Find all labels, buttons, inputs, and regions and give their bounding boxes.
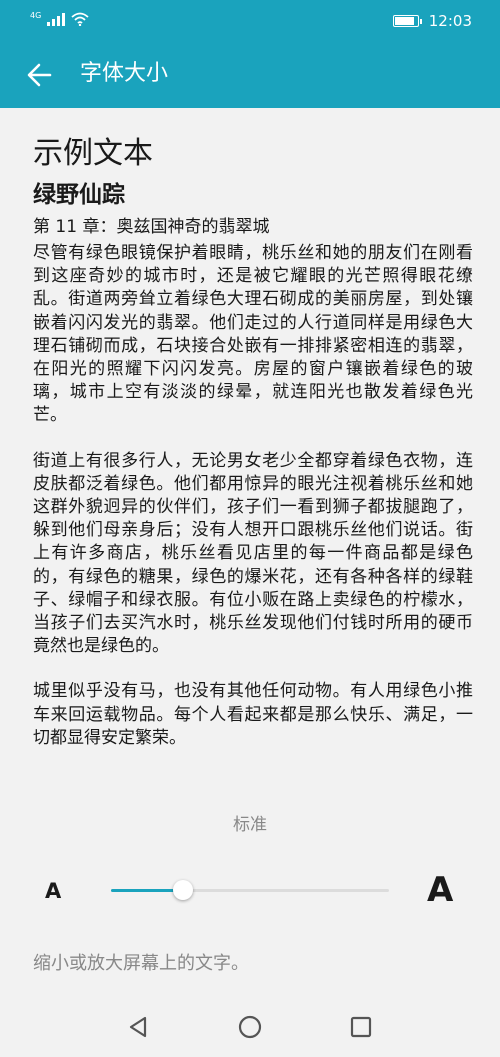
signal-bars-icon [47, 12, 66, 26]
book-title: 绿野仙踪 [33, 182, 125, 208]
font-size-description: 缩小或放大屏幕上的文字。 [33, 953, 249, 974]
clock: 12:03 [428, 12, 472, 30]
back-button[interactable] [20, 55, 60, 95]
status-right: 12:03 [392, 12, 472, 30]
sample-paragraph: 尽管有绿色眼镜保护着眼睛，桃乐丝和她的朋友们在刚看到这座奇妙的城市时，还是被它耀… [33, 243, 473, 426]
page-title: 字体大小 [80, 61, 169, 86]
slider-thumb[interactable] [173, 880, 194, 900]
sample-heading: 示例文本 [33, 136, 153, 171]
nav-back-button[interactable] [123, 1011, 155, 1043]
font-size-current-label: 标准 [233, 815, 267, 835]
font-size-slider[interactable] [111, 878, 389, 902]
status-left: 4G [30, 12, 89, 26]
sample-paragraph: 城里似乎没有马，也没有其他任何动物。有人用绿色小推车来回运载物品。每个人看起来都… [33, 681, 473, 748]
sample-paragraph: 街道上有很多行人，无论男女老少全都穿着绿色衣物，连皮肤都泛着绿色。他们都用惊异的… [33, 450, 473, 657]
small-font-label: A [45, 879, 62, 903]
triangle-back-icon [129, 1016, 147, 1038]
battery-level [394, 17, 415, 25]
large-font-label: A [427, 870, 454, 910]
battery-icon [392, 15, 422, 27]
chapter-title: 第 11 章：奥兹国神奇的翡翠城 [33, 217, 270, 237]
app-bar: 字体大小 [0, 42, 500, 108]
nav-home-button[interactable] [234, 1011, 266, 1043]
circle-home-icon [238, 1015, 262, 1039]
arrow-left-icon [27, 63, 52, 87]
navigation-bar [0, 997, 500, 1057]
square-recents-icon [350, 1016, 372, 1038]
network-type: 4G [30, 11, 42, 20]
wifi-icon [71, 12, 89, 26]
sample-text-preview: 示例文本 绿野仙踪 第 11 章：奥兹国神奇的翡翠城 尽管有绿色眼镜保护着眼睛，… [33, 130, 473, 750]
status-bar: 4G 12:03 [0, 0, 500, 42]
nav-recents-button[interactable] [345, 1011, 377, 1043]
